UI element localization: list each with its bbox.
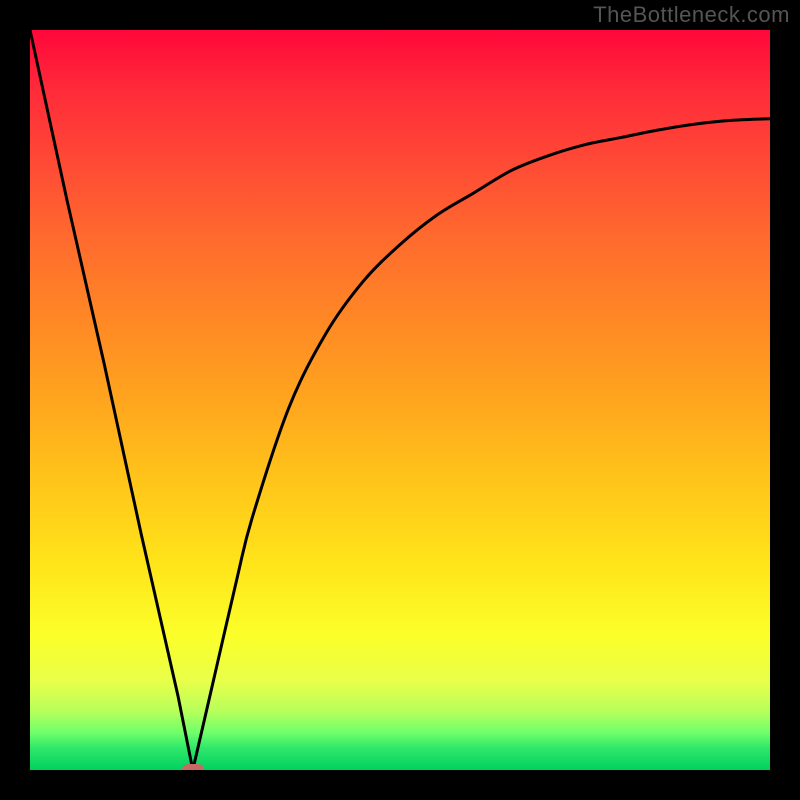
vertex-marker [182,764,204,770]
chart-frame: TheBottleneck.com [0,0,800,800]
watermark-text: TheBottleneck.com [593,2,790,28]
bottleneck-curve [30,30,770,770]
plot-area [30,30,770,770]
